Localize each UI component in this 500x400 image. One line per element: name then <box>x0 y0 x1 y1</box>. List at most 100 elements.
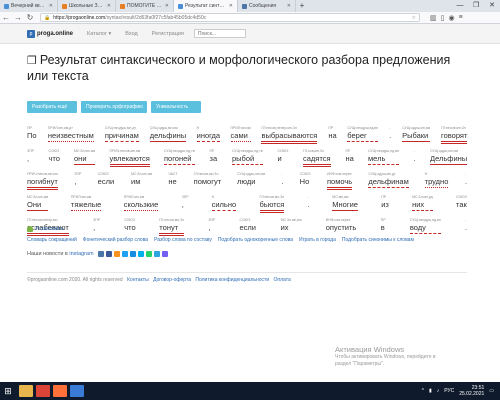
tab-favicon-icon <box>178 3 183 9</box>
minimize-button[interactable]: — <box>452 0 468 12</box>
site-header: p proga.online Каталог ▾ Вход Регистраци… <box>0 24 500 44</box>
token-word: если <box>97 177 115 186</box>
link-abbreviations[interactable]: Словарь сокращений <box>27 237 77 243</box>
install-app-row[interactable]: Установить <box>27 226 64 232</box>
nav-catalog[interactable]: Каталог ▾ <box>87 31 111 37</box>
analysis-token: СОЮЗ Но <box>300 171 311 187</box>
volume-icon[interactable]: ♪ <box>437 388 440 394</box>
footer-link-contacts[interactable]: Контакты <box>127 277 149 283</box>
analysis-token: МС:3л,мн,им Они <box>27 194 49 211</box>
odnoklassniki-icon[interactable] <box>113 251 120 257</box>
network-icon[interactable]: ▮ <box>429 388 432 394</box>
token-word: , <box>93 223 96 232</box>
token-word: скользкие <box>123 200 159 211</box>
token-word: опустить <box>325 223 357 232</box>
notifications-icon[interactable]: ▭ <box>489 388 494 394</box>
analysis-line: МС:3л,мн,им Они ПРИЛ:мн,им тяжелые ПРИЛ:мн,и… <box>27 194 467 217</box>
sidebar-icon[interactable]: ▯ <box>441 14 445 22</box>
media-icon[interactable] <box>70 385 84 397</box>
link-cognates[interactable]: Подобрать однокоренные слова <box>218 237 293 243</box>
reload-icon[interactable]: ↻ <box>24 13 36 22</box>
link-synonyms[interactable]: Подобрать синонимы к словам <box>342 237 414 243</box>
logo-mark-icon: p <box>27 29 35 38</box>
mail-icon[interactable] <box>129 251 136 257</box>
new-tab-button[interactable]: + <box>296 0 308 12</box>
footer-link-offer[interactable]: Договор-оферта <box>153 277 191 283</box>
library-icon[interactable]: ▥ <box>430 14 437 22</box>
uniqueness-button[interactable]: Уникальность <box>151 101 201 113</box>
site-search-input[interactable] <box>193 29 246 38</box>
livejournal-icon[interactable] <box>137 251 144 257</box>
site-footer: ©progaonline.com 2020. All rights reserv… <box>27 277 291 283</box>
viber-icon[interactable] <box>161 251 168 257</box>
instagram-link[interactable]: instagram <box>69 251 93 257</box>
link-cities-game[interactable]: Играть в города <box>299 237 336 243</box>
analysis-token: ГЛ:несов,мн,3л бьются <box>259 194 285 213</box>
token-word: , <box>181 200 184 209</box>
firefox-icon[interactable] <box>53 385 67 397</box>
link-phonetic[interactable]: Фонетический разбор слова <box>83 237 148 243</box>
analysis-token: СУЩ:неодуш,ед,вн воду <box>409 217 441 234</box>
spellcheck-button[interactable]: Проверить орфографию <box>81 101 147 113</box>
site-logo[interactable]: p proga.online <box>27 29 73 38</box>
token-word: что <box>124 223 136 232</box>
analysis-token: ЗПР, <box>27 148 34 164</box>
tab-close-icon[interactable]: ✕ <box>165 3 169 9</box>
footer-link-privacy[interactable]: Политика конфиденциальности <box>195 277 269 283</box>
analysis-token: СУЩ:одуш,мн,дт дельфинам <box>368 171 409 188</box>
tab-title: Школьные Знания.com - Р... <box>69 3 105 9</box>
token-word: трудно <box>424 177 449 188</box>
token-word: , <box>27 154 30 163</box>
back-icon[interactable]: ← <box>0 13 12 22</box>
whatsapp-icon[interactable] <box>145 251 152 257</box>
vk-icon[interactable] <box>97 251 104 257</box>
tab-close-icon[interactable]: ✕ <box>229 3 233 9</box>
browser-tab[interactable]: Вечерний квартал от 2.. ✕ <box>0 0 58 12</box>
menu-icon[interactable]: ≡ <box>459 14 463 22</box>
token-word: люди <box>237 177 256 186</box>
analyze-again-button[interactable]: Разобрать ещё <box>27 101 77 113</box>
browser-tab[interactable]: ПОМОГИТЕ ПРОШУ 30 Б... ✕ <box>116 0 174 12</box>
analysis-token: ПР за <box>210 148 218 164</box>
windows-start-icon[interactable]: ⊞ <box>0 386 16 397</box>
window-controls: — ❐ ✕ <box>452 0 500 12</box>
address-bar[interactable]: 🔒 https://progaonline.com /syntax/result… <box>40 13 420 22</box>
analysis-token: СОЮЗ что <box>124 217 135 233</box>
browser-tab[interactable]: Школьные Знания.com - Р... ✕ <box>58 0 116 12</box>
analysis-token: ЗПР, <box>93 217 100 233</box>
browser-tab-active[interactable]: Результат синтаксического... ✕ <box>174 0 238 12</box>
explorer-icon[interactable] <box>19 385 33 397</box>
forward-icon[interactable]: → <box>12 13 24 22</box>
url-domain: https://progaonline.com <box>53 14 106 21</box>
token-word: причинам <box>104 131 139 142</box>
bookmark-star-icon[interactable]: ☆ <box>412 15 416 21</box>
twitter-icon[interactable] <box>121 251 128 257</box>
analysis-token: Нтрудно <box>424 171 449 188</box>
nav-login[interactable]: Вход <box>125 31 137 37</box>
maximize-button[interactable]: ❐ <box>468 0 484 12</box>
browser-tab[interactable]: Сообщения ✕ <box>238 0 296 12</box>
tab-close-icon[interactable]: ✕ <box>287 3 291 9</box>
link-morpheme[interactable]: Разбор слова по составу <box>154 237 212 243</box>
token-word: них <box>412 200 433 211</box>
language-indicator[interactable]: РУС <box>444 388 454 394</box>
chrome-icon[interactable] <box>36 385 50 397</box>
clock[interactable]: 23:51 25.02.2021 <box>459 385 484 397</box>
analysis-token: СУЩ:одуш,мн,им дельфины <box>149 125 187 142</box>
tab-favicon-icon <box>120 3 125 9</box>
install-label[interactable]: Установить <box>35 226 64 232</box>
analysis-token: ГЛ:несов,непер,мн,3л выбрасываются <box>261 125 318 144</box>
facebook-icon[interactable] <box>105 251 112 257</box>
tab-close-icon[interactable]: ✕ <box>107 3 111 9</box>
account-icon[interactable]: ◉ <box>448 14 454 22</box>
close-window-button[interactable]: ✕ <box>484 0 500 12</box>
telegram-icon[interactable] <box>153 251 160 257</box>
nav-register[interactable]: Регистрация <box>152 31 184 37</box>
footer-link-payment[interactable]: Оплата <box>274 277 291 283</box>
cube-icon: ❒ <box>27 55 37 67</box>
tab-close-icon[interactable]: ✕ <box>49 3 53 9</box>
analysis-token: -. <box>414 148 416 164</box>
token-word: погоней <box>164 154 195 165</box>
tray-arrow-icon[interactable]: ^ <box>422 388 424 394</box>
analysis-token: ГЛ:несов,мн,3л помогут <box>194 171 221 187</box>
